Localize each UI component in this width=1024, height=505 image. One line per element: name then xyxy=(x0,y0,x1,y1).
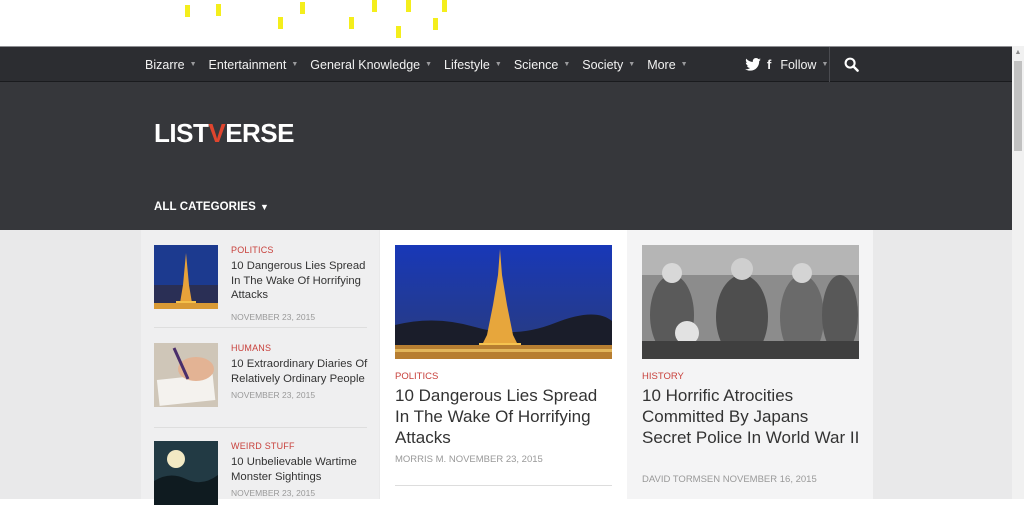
site-logo[interactable]: LISTVERSE xyxy=(154,118,294,149)
list-item[interactable]: POLITICS 10 Dangerous Lies Spread In The… xyxy=(154,245,369,322)
nav-item-label: Society xyxy=(582,57,624,72)
all-categories-label: ALL CATEGORIES xyxy=(154,201,256,213)
search-icon[interactable] xyxy=(844,57,859,72)
chevron-down-icon: ▼ xyxy=(291,61,299,68)
chevron-down-icon: ▼ xyxy=(821,61,829,68)
logo-text: ERSE xyxy=(225,118,294,148)
site-header: LISTVERSE ALL CATEGORIES ▼ xyxy=(0,82,1012,230)
article-meta: DAVID TORMSEN NOVEMBER 16, 2015 xyxy=(642,474,817,485)
yellow-bar xyxy=(349,17,354,29)
yellow-bar xyxy=(278,17,283,29)
list-item[interactable]: WEIRD STUFF 10 Unbelievable Wartime Mons… xyxy=(154,441,369,505)
follow-label: Follow xyxy=(780,57,817,72)
yellow-bar xyxy=(442,0,447,12)
article-title[interactable]: 10 Unbelievable Wartime Monster Sighting… xyxy=(231,455,369,484)
article-title[interactable]: 10 Extraordinary Diaries Of Relatively O… xyxy=(231,357,369,386)
yellow-bar xyxy=(406,0,411,12)
nav-item-general-knowledge[interactable]: General Knowledge ▼ xyxy=(310,58,432,72)
divider xyxy=(154,427,367,428)
yellow-bar xyxy=(396,26,401,38)
nav-item-label: Bizarre xyxy=(145,57,185,72)
nav-item-label: More xyxy=(647,57,676,72)
category-label[interactable]: POLITICS xyxy=(395,371,438,382)
nav-item-bizarre[interactable]: Bizarre ▼ xyxy=(145,58,197,72)
list-item-text: WEIRD STUFF 10 Unbelievable Wartime Mons… xyxy=(231,441,369,498)
twitter-icon[interactable] xyxy=(745,58,761,71)
scroll-up-arrow-icon[interactable]: ▲ xyxy=(1012,46,1024,60)
list-item-text: POLITICS 10 Dangerous Lies Spread In The… xyxy=(231,245,369,322)
category-label[interactable]: HUMANS xyxy=(231,343,369,353)
logo-text: LIST xyxy=(154,118,209,148)
all-categories-dropdown[interactable]: ALL CATEGORIES ▼ xyxy=(154,201,269,213)
logo-accent: V xyxy=(208,118,226,148)
article-image[interactable] xyxy=(642,245,859,359)
article-thumbnail[interactable] xyxy=(154,343,218,407)
chevron-down-icon: ▼ xyxy=(680,61,688,68)
article-image[interactable] xyxy=(395,245,612,359)
scrollbar-thumb[interactable] xyxy=(1014,61,1022,151)
chevron-down-icon: ▼ xyxy=(425,61,433,68)
article-meta: MORRIS M. NOVEMBER 23, 2015 xyxy=(395,454,543,465)
follow-menu[interactable]: f Follow ▼ xyxy=(745,47,828,82)
yellow-bar xyxy=(372,0,377,12)
article-title[interactable]: 10 Dangerous Lies Spread In The Wake Of … xyxy=(395,385,615,448)
page-scrollbar[interactable]: ▲ xyxy=(1012,46,1024,499)
nav-item-label: Entertainment xyxy=(208,57,287,72)
nav-item-label: Science xyxy=(513,57,559,72)
list-item-text: HUMANS 10 Extraordinary Diaries Of Relat… xyxy=(231,343,369,400)
article-thumbnail[interactable] xyxy=(154,441,218,505)
top-banner-area xyxy=(0,0,1012,46)
article-date: NOVEMBER 23, 2015 xyxy=(231,311,316,322)
category-label[interactable]: POLITICS xyxy=(231,245,369,255)
featured-article-card[interactable]: HISTORY 10 Horrific Atrocities Committed… xyxy=(627,230,873,499)
article-title[interactable]: 10 Dangerous Lies Spread In The Wake Of … xyxy=(231,259,369,303)
content-area: POLITICS 10 Dangerous Lies Spread In The… xyxy=(0,230,1012,505)
article-title[interactable]: 10 Horrific Atrocities Committed By Japa… xyxy=(642,385,862,448)
article-date: NOVEMBER 23, 2015 xyxy=(231,488,316,498)
featured-article-card[interactable]: POLITICS 10 Dangerous Lies Spread In The… xyxy=(380,230,627,499)
divider xyxy=(154,327,367,328)
nav-menu: Bizarre ▼ Entertainment ▼ General Knowledg… xyxy=(145,47,700,82)
list-item[interactable]: HUMANS 10 Extraordinary Diaries Of Relat… xyxy=(154,343,369,415)
chevron-down-icon: ▼ xyxy=(563,61,571,68)
scrollbar-top-area xyxy=(1012,0,1024,46)
nav-item-lifestyle[interactable]: Lifestyle ▼ xyxy=(444,58,502,72)
nav-item-label: General Knowledge xyxy=(310,57,421,72)
category-label[interactable]: HISTORY xyxy=(642,371,684,382)
article-thumbnail[interactable] xyxy=(154,245,218,309)
chevron-down-icon: ▼ xyxy=(628,61,636,68)
category-label[interactable]: WEIRD STUFF xyxy=(231,441,369,451)
facebook-icon[interactable]: f xyxy=(767,57,771,72)
yellow-bar xyxy=(300,2,305,14)
nav-item-entertainment[interactable]: Entertainment ▼ xyxy=(209,58,299,72)
chevron-down-icon: ▼ xyxy=(189,61,197,68)
article-date: NOVEMBER 23, 2015 xyxy=(231,390,316,400)
yellow-bar xyxy=(185,5,190,17)
nav-divider xyxy=(829,47,830,82)
nav-item-society[interactable]: Society ▼ xyxy=(582,58,635,72)
sidebar-list: POLITICS 10 Dangerous Lies Spread In The… xyxy=(141,230,379,505)
main-navbar: Bizarre ▼ Entertainment ▼ General Knowledg… xyxy=(0,46,1012,82)
chevron-down-icon: ▼ xyxy=(494,61,502,68)
caret-down-icon: ▼ xyxy=(259,202,269,212)
nav-item-science[interactable]: Science ▼ xyxy=(514,58,570,72)
divider xyxy=(395,485,612,486)
yellow-bar xyxy=(216,4,221,16)
nav-item-more[interactable]: More ▼ xyxy=(647,58,687,72)
yellow-bar xyxy=(433,18,438,30)
nav-item-label: Lifestyle xyxy=(444,57,490,72)
